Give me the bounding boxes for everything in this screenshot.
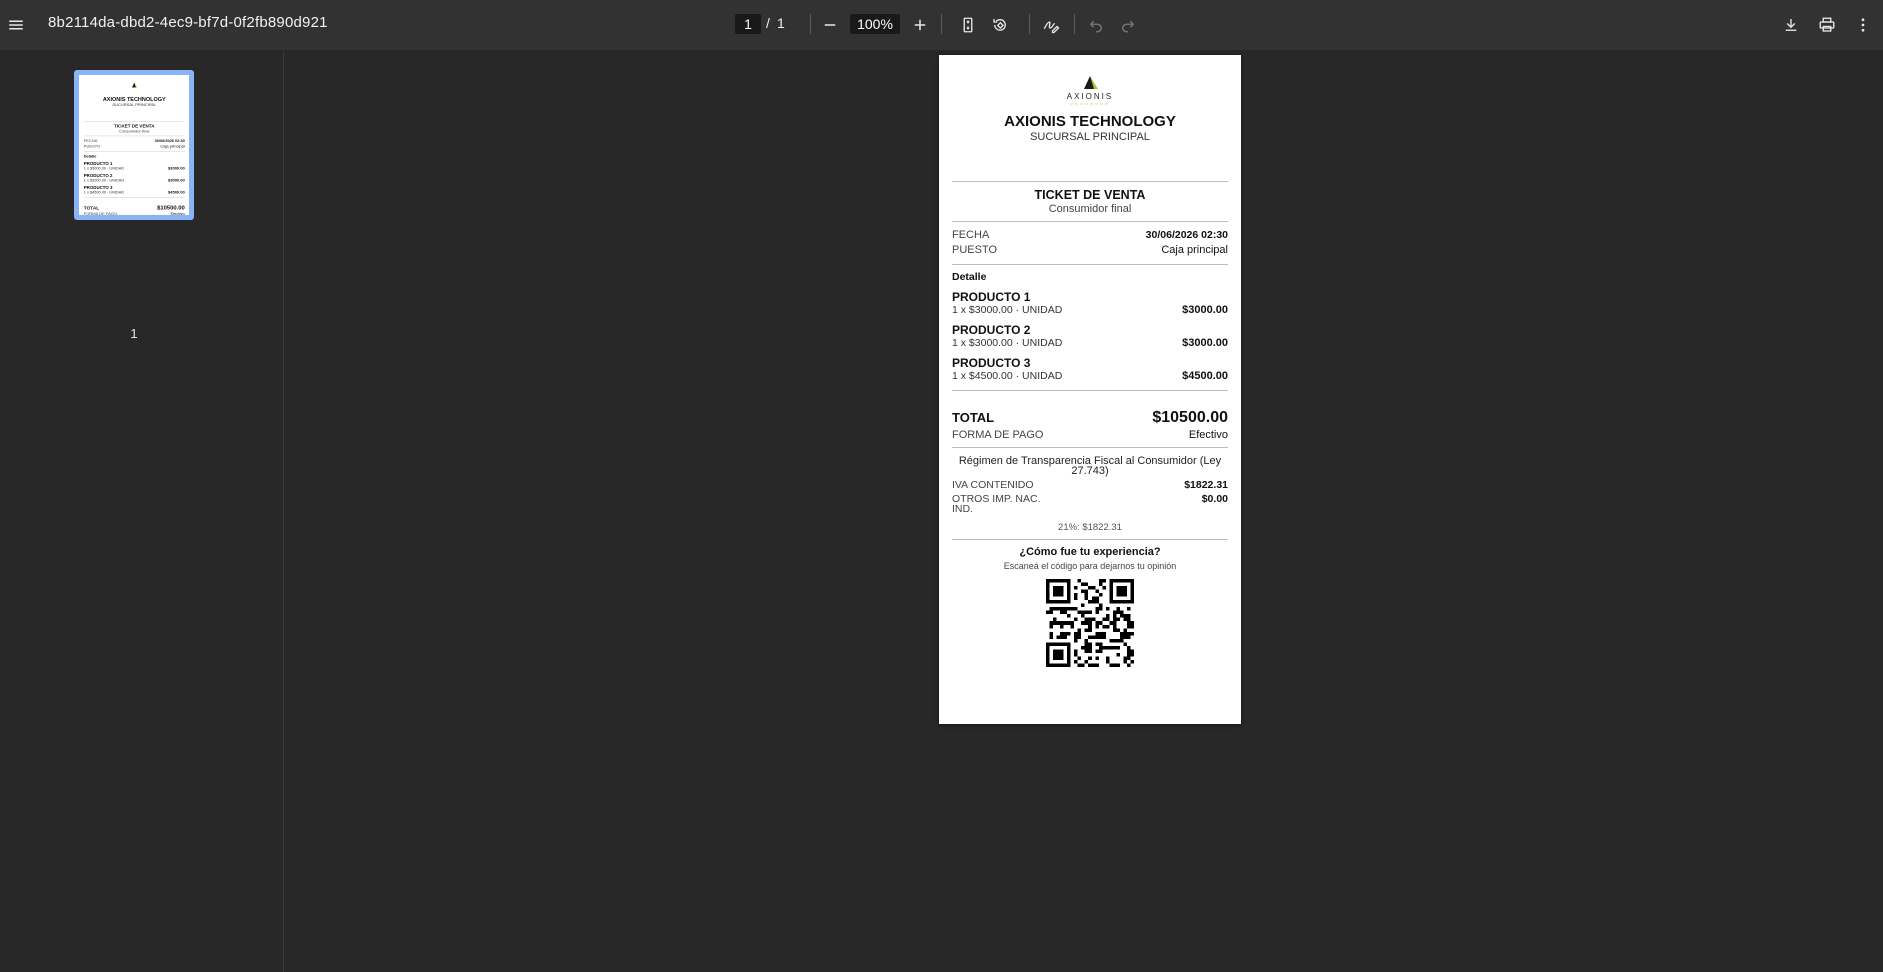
puesto-value: Caja principal bbox=[1161, 244, 1228, 256]
iva-label: IVA CONTENIDO bbox=[952, 479, 1034, 491]
payment-label: FORMA DE PAGO bbox=[952, 429, 1044, 441]
product-quantity-line: 1 x $4500.00 · UNIDAD bbox=[952, 370, 1063, 382]
thumbnail-page-number: 1 bbox=[130, 326, 138, 341]
iva-value: $1822.31 bbox=[1184, 479, 1228, 491]
print-icon[interactable] bbox=[1813, 11, 1841, 39]
total-label: TOTAL bbox=[952, 410, 995, 425]
otros-impuestos-label: OTROS IMP. NAC. IND. bbox=[952, 493, 1041, 515]
fecha-label: FECHA bbox=[952, 229, 990, 241]
divider bbox=[952, 221, 1228, 222]
thumbnail-sidebar: AXIONIS TECHNOLOGY SUCURSAL PRINCIPAL TI… bbox=[0, 52, 284, 972]
thumb-product-amount: $3000.00 bbox=[167, 166, 185, 171]
document-viewer[interactable]: AXIONIS AXIONIS TECHNOLOGY SUCURSAL PRIN… bbox=[285, 52, 1883, 972]
payment-row: FORMA DE PAGO Efectivo bbox=[952, 429, 1228, 441]
thumb-ticket-title: TICKET DE VENTA bbox=[113, 123, 155, 129]
annotate-icon[interactable] bbox=[1037, 11, 1065, 39]
undo-icon[interactable] bbox=[1082, 11, 1110, 39]
thumb-pago-value: Efectivo bbox=[170, 211, 185, 217]
fit-page-icon[interactable] bbox=[954, 11, 982, 39]
thumb-product-line: 1 x $3000.00 · UNIDAD bbox=[83, 178, 125, 183]
logo-icon: AXIONIS bbox=[1067, 76, 1113, 105]
thumb-product-line: 1 x $4500.00 · UNIDAD bbox=[83, 190, 125, 195]
total-value: $10500.00 bbox=[1152, 409, 1228, 426]
product-name: PRODUCTO 3 bbox=[952, 356, 1031, 370]
puesto-row: PUESTO Caja principal bbox=[952, 243, 1228, 258]
list-item: PRODUCTO 1 1 x $3000.00 · UNIDAD $3000.0… bbox=[952, 291, 1228, 317]
branch-name: SUCURSAL PRINCIPAL bbox=[1030, 131, 1150, 143]
thumb-product-line: 1 x $3000.00 · UNIDAD bbox=[83, 166, 125, 171]
total-row: TOTAL $10500.00 bbox=[952, 409, 1228, 427]
otros-impuestos-value: $0.00 bbox=[1201, 493, 1228, 505]
qr-code-icon bbox=[1046, 579, 1134, 667]
product-amount: $3000.00 bbox=[1182, 337, 1228, 349]
thumb-pago-label: FORMA DE PAGO bbox=[83, 211, 118, 217]
thumb-puesto-value: Caja principal bbox=[160, 144, 185, 149]
list-item: PRODUCTO 3 1 x $4500.00 · UNIDAD $4500.0… bbox=[952, 357, 1228, 383]
thumb-company: AXIONIS TECHNOLOGY bbox=[102, 96, 166, 103]
product-quantity-line: 1 x $3000.00 · UNIDAD bbox=[952, 304, 1063, 316]
redo-icon[interactable] bbox=[1114, 11, 1142, 39]
toolbar-divider bbox=[1029, 14, 1030, 34]
thumb-detalle: Detalle bbox=[83, 154, 97, 159]
more-vert-icon[interactable] bbox=[1849, 11, 1877, 39]
regimen-text: Régimen de Transparencia Fiscal al Consu… bbox=[958, 455, 1222, 477]
fecha-value: 30/06/2026 02:30 bbox=[1145, 229, 1228, 241]
page-total: 1 bbox=[777, 15, 785, 31]
product-name: PRODUCTO 1 bbox=[952, 290, 1031, 304]
ticket-subtitle: Consumidor final bbox=[1048, 203, 1132, 215]
detalle-heading: Detalle bbox=[952, 271, 987, 283]
tax-note: 21%: $1822.31 bbox=[1058, 522, 1122, 533]
product-amount: $4500.00 bbox=[1182, 370, 1228, 382]
payment-value: Efectivo bbox=[1188, 429, 1228, 441]
logo-icon bbox=[132, 82, 138, 88]
thumb-total-value: $10500.00 bbox=[157, 204, 185, 211]
divider bbox=[952, 539, 1228, 540]
divider bbox=[952, 447, 1228, 448]
download-icon[interactable] bbox=[1777, 11, 1805, 39]
thumb-ticket-subtitle: Consumidor final bbox=[119, 129, 150, 134]
zoom-input[interactable]: 100% bbox=[850, 14, 900, 34]
divider bbox=[952, 264, 1228, 265]
divider bbox=[952, 390, 1228, 391]
experience-subtitle: Escaneá el código para dejarnos tu opini… bbox=[1003, 561, 1177, 571]
ticket-title: TICKET DE VENTA bbox=[1034, 188, 1146, 202]
zoom-out-icon[interactable] bbox=[816, 11, 844, 39]
toolbar-divider bbox=[941, 14, 942, 34]
fecha-row: FECHA 30/06/2026 02:30 bbox=[952, 228, 1228, 243]
thumb-product-amount: $3000.00 bbox=[167, 178, 185, 183]
toolbar-divider bbox=[1074, 14, 1075, 34]
company-name: AXIONIS TECHNOLOGY bbox=[1004, 113, 1176, 130]
otros-impuestos-row: OTROS IMP. NAC. IND. $0.00 bbox=[952, 493, 1228, 515]
thumb-total-label: TOTAL bbox=[83, 204, 100, 211]
thumb-branch: SUCURSAL PRINCIPAL bbox=[112, 102, 157, 108]
page-separator: / bbox=[766, 15, 770, 31]
thumbnail-preview: AXIONIS TECHNOLOGY SUCURSAL PRINCIPAL TI… bbox=[79, 75, 189, 217]
thumb-puesto-label: PUESTO bbox=[83, 144, 101, 149]
zoom-in-icon[interactable] bbox=[906, 11, 934, 39]
document-title: 8b2114da-dbd2-4ec9-bf7d-0f2fb890d921 bbox=[48, 14, 328, 31]
rotate-icon[interactable] bbox=[986, 11, 1014, 39]
toolbar-divider bbox=[810, 14, 811, 34]
sales-receipt: AXIONIS AXIONIS TECHNOLOGY SUCURSAL PRIN… bbox=[939, 55, 1241, 667]
puesto-label: PUESTO bbox=[952, 244, 998, 256]
product-name: PRODUCTO 2 bbox=[952, 323, 1031, 337]
page-number-input[interactable]: 1 bbox=[735, 14, 761, 34]
product-amount: $3000.00 bbox=[1182, 304, 1228, 316]
menu-icon[interactable] bbox=[2, 11, 30, 39]
product-quantity-line: 1 x $3000.00 · UNIDAD bbox=[952, 337, 1063, 349]
pdf-toolbar: 8b2114da-dbd2-4ec9-bf7d-0f2fb890d921 1 /… bbox=[0, 0, 1883, 50]
divider bbox=[952, 181, 1228, 182]
thumb-product-amount: $4500.00 bbox=[167, 190, 185, 195]
page-thumbnail[interactable]: AXIONIS TECHNOLOGY SUCURSAL PRINCIPAL TI… bbox=[74, 70, 194, 220]
experience-title: ¿Cómo fue tu experiencia? bbox=[1019, 546, 1161, 558]
iva-row: IVA CONTENIDO $1822.31 bbox=[952, 479, 1228, 491]
pdf-page: AXIONIS AXIONIS TECHNOLOGY SUCURSAL PRIN… bbox=[939, 55, 1241, 724]
list-item: PRODUCTO 2 1 x $3000.00 · UNIDAD $3000.0… bbox=[952, 324, 1228, 350]
logo-text: AXIONIS bbox=[1067, 92, 1113, 101]
